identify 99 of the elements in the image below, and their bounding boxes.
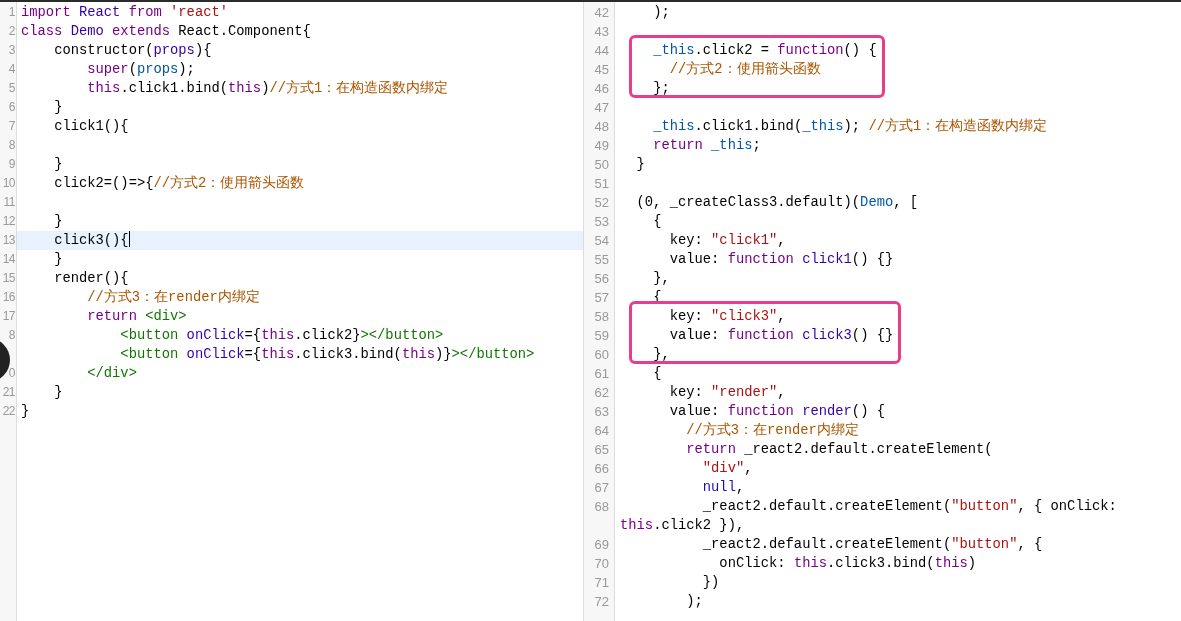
line-number: 22 [1,403,16,420]
code-line: click1(){ [53,118,130,136]
code-line: key: "click1", [668,232,787,250]
line-number: 42 [593,4,610,22]
line-number: 14 [1,251,16,268]
code-line: } [53,156,64,174]
line-number: 15 [1,270,16,287]
code-line: _this.click1.bind(_this); //方式1：在构造函数内绑定 [652,117,1049,136]
line-number: 3 [7,42,16,59]
line-number: 44 [593,42,610,60]
code-line: } [53,384,64,402]
line-number: 46 [593,80,610,98]
code-line: import React from 'react' [20,4,230,22]
line-number: 47 [593,99,610,117]
line-number: 71 [593,574,610,592]
line-number: 4 [7,61,16,78]
line-number: 13 [1,232,16,249]
line-number: 1 [7,4,16,21]
line-number: 50 [593,156,610,174]
line-number: 61 [593,365,610,383]
line-number: 49 [593,137,610,155]
code-line: } [53,251,64,269]
line-number: 45 [593,61,610,79]
code-line: return _this; [652,137,762,155]
code-line: { [652,365,663,383]
code-line: <button onClick={this.click3.bind(this)}></button> [119,346,536,364]
line-number: 57 [593,289,610,307]
code-line: </div> [86,365,138,383]
line-number: 56 [593,270,610,288]
code-line: render(){ [53,270,130,288]
code-line: }, [652,346,671,364]
code-line: return <div> [86,308,188,326]
code-line: //方式3：在render内绑定 [685,421,860,440]
line-number: 72 [593,593,610,611]
line-number: 55 [593,251,610,269]
line-number: 53 [593,213,610,231]
code-line: null, [701,479,746,497]
code-line: click2=()=>{//方式2：使用箭头函数 [53,174,306,193]
code-line: } [53,213,64,231]
code-line: "div", [701,460,754,478]
line-number: 70 [593,555,610,573]
code-line: class Demo extends React.Component{ [20,23,312,41]
line-number: 16 [1,289,16,306]
line-number: 68 [593,498,610,516]
code-line: //方式2：使用箭头函数 [668,60,822,79]
code-line: value: function click1() {} [668,251,895,269]
code-line: { [652,213,663,231]
code-line: return _react2.default.createElement( [685,441,994,459]
line-number: 0 [7,365,16,382]
line-number: 6 [7,99,16,116]
line-number: 8 [7,137,16,154]
line-number: 54 [593,232,610,250]
code-line: constructor(props){ [53,42,213,60]
code-line: (0, _createClass3.default)(Demo, [ [635,194,920,212]
line-number: 66 [593,460,610,478]
code-line: } [20,403,31,421]
code-line: onClick: this.click3.bind(this) [718,555,978,573]
code-line: } [53,99,64,117]
line-number: 9 [7,156,16,173]
code-line: key: "render", [668,384,787,402]
line-number: 10 [1,175,16,192]
line-number: 60 [593,346,610,364]
line-number: 52 [593,194,610,212]
line-number: 51 [593,175,610,193]
code-line: _this.click2 = function() { [652,42,877,60]
line-number: 58 [593,308,610,326]
line-number: 2 [7,23,16,40]
line-number: 69 [593,536,610,554]
line-number: 67 [593,479,610,497]
code-line: _react2.default.createElement("button", { [701,536,1044,554]
line-number: 62 [593,384,610,402]
line-number: 17 [1,308,16,325]
code-line: ); [652,4,671,22]
line-number: 64 [593,422,610,440]
code-line: } [635,156,646,174]
line-number: 21 [1,384,16,401]
code-line: key: "click3", [668,308,787,326]
code-line: }) [701,574,721,592]
code-line: ); [685,593,704,611]
code-line: }, [652,270,671,288]
code-line: super(props); [86,61,196,79]
text-cursor [128,231,130,247]
line-number: 7 [7,118,16,135]
line-number: 48 [593,118,610,136]
code-line: value: function click3() {} [668,327,894,345]
line-number: 63 [593,403,610,421]
line-number: 8 [7,327,16,344]
line-number: 11 [2,194,16,211]
line-number: 43 [593,23,610,41]
line-number: 12 [1,213,16,230]
line-number: 59 [593,327,610,345]
code-line: value: function render() { [668,403,886,421]
code-line: }; [652,80,671,98]
code-line: _react2.default.createElement("button", { onClick: this.click2 }), [619,498,1118,535]
code-line: <button onClick={this.click2}></button> [119,327,445,345]
code-line: //方式3：在render内绑定 [86,288,261,307]
code-line: this.click1.bind(this)//方式1：在构造函数内绑定 [86,79,450,98]
line-number: 65 [593,441,610,459]
line-number: 5 [7,80,16,97]
